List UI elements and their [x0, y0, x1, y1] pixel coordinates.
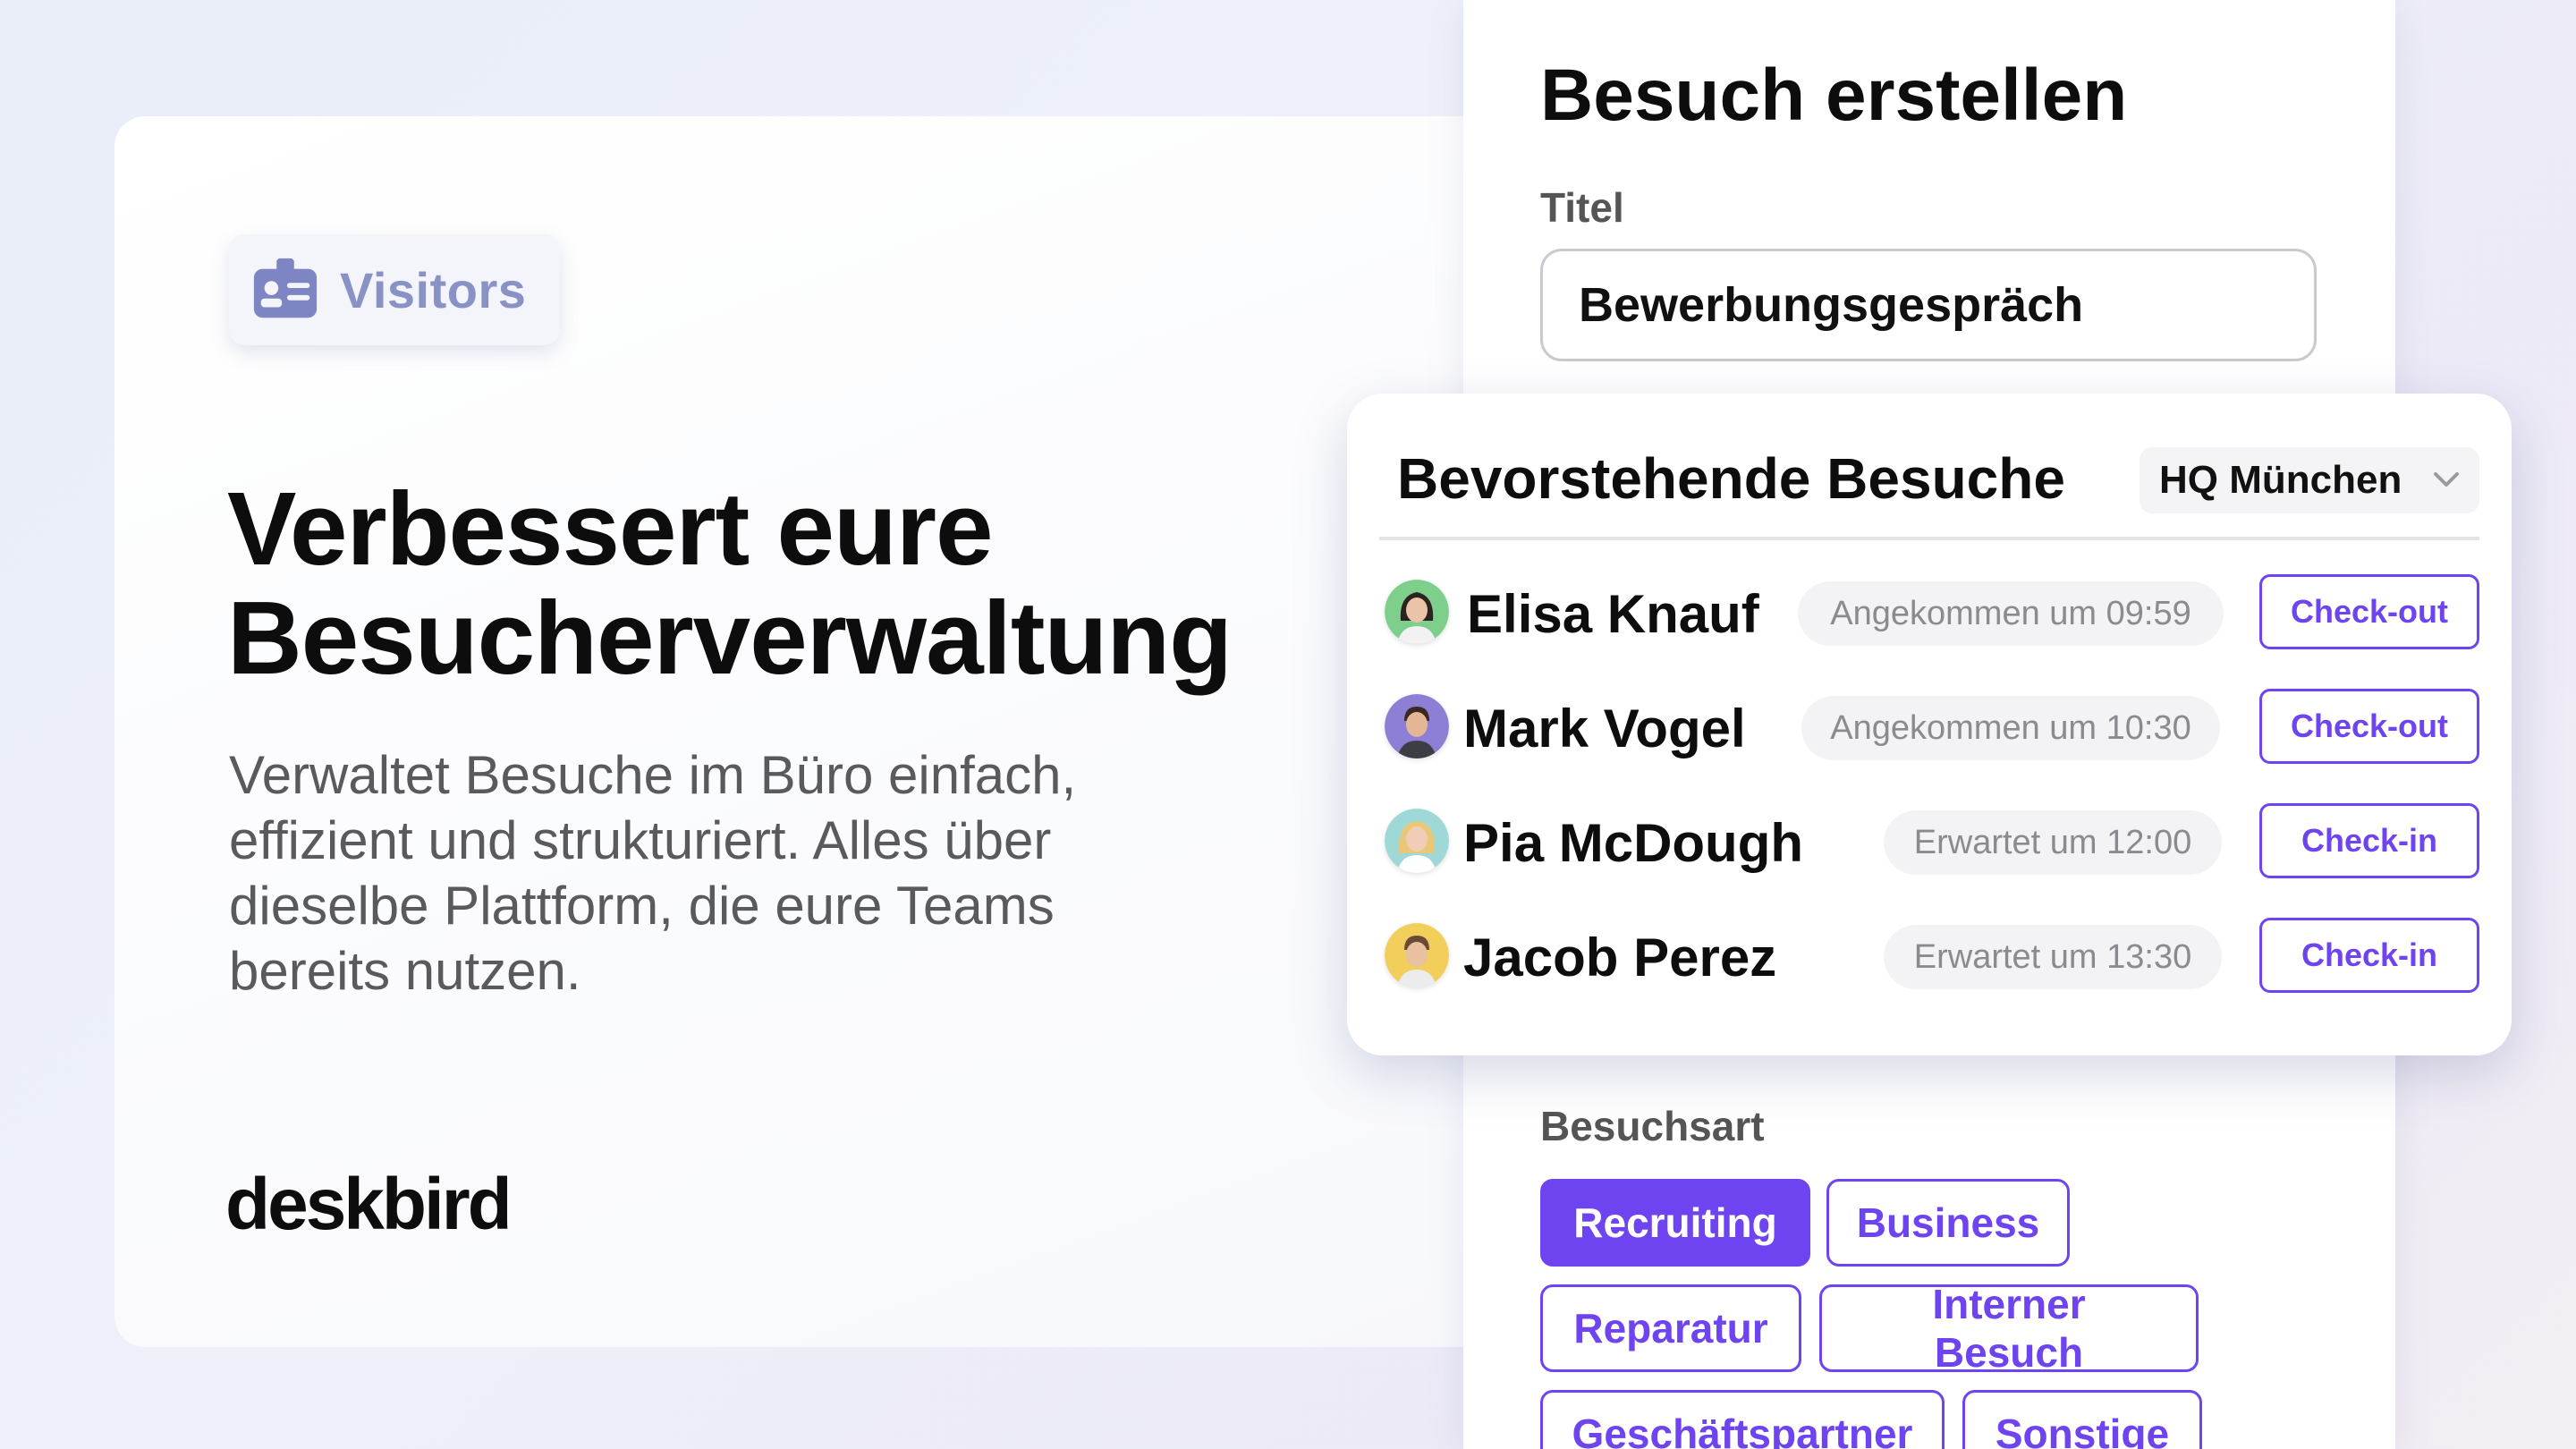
headline-line-2: Besucherverwaltung: [227, 580, 1233, 696]
status-badge: Angekommen um 10:30: [1801, 696, 2220, 760]
form-title: Besuch erstellen: [1540, 55, 2128, 136]
visits-divider: [1379, 537, 2479, 540]
check-out-button[interactable]: Check-out: [2259, 574, 2479, 649]
avatar: [1385, 580, 1449, 644]
location-select[interactable]: HQ München: [2140, 447, 2479, 513]
visit-type-internal-button[interactable]: Interner Besuch: [1819, 1281, 2199, 1376]
status-badge: Angekommen um 09:59: [1798, 581, 2224, 646]
visit-type-other-button[interactable]: Sonstige: [1962, 1390, 2202, 1449]
visit-row: Mark Vogel Angekommen um 10:30 Check-out: [1347, 687, 2512, 767]
subtext-line-1: Verwaltet Besuche im Büro einfach,: [229, 745, 1077, 805]
check-in-button[interactable]: Check-in: [2259, 803, 2479, 878]
visitor-name: Jacob Perez: [1463, 928, 1777, 987]
brand-logo: deskbird: [225, 1164, 513, 1245]
visit-type-partner-button[interactable]: Geschäftspartner: [1540, 1390, 1945, 1449]
check-in-button[interactable]: Check-in: [2259, 918, 2479, 993]
headline-line-1: Verbessert eure: [227, 470, 994, 587]
visit-row: Jacob Perez Erwartet um 13:30 Check-in: [1347, 916, 2512, 996]
chevron-down-icon: [2434, 472, 2459, 487]
page-headline: Verbessert eure Besucherverwaltung: [227, 474, 1301, 692]
visit-type-reparatur-button[interactable]: Reparatur: [1540, 1284, 1801, 1372]
visitors-badge-label: Visitors: [340, 261, 527, 318]
visit-row: Pia McDough Erwartet um 12:00 Check-in: [1347, 801, 2512, 882]
title-input[interactable]: [1540, 249, 2317, 361]
avatar-female-icon: [1385, 809, 1449, 873]
visitor-name: Mark Vogel: [1463, 699, 1746, 758]
location-select-value: HQ München: [2159, 458, 2402, 502]
subtext-line-3: dieselbe Plattform, die eure Teams: [229, 876, 1055, 936]
visit-type-label: Besuchsart: [1540, 1103, 1765, 1149]
avatar-male-icon: [1385, 694, 1449, 758]
title-field-label: Titel: [1540, 184, 1624, 231]
upcoming-visits-card: Bevorstehende Besuche HQ München Elisa K…: [1347, 394, 2512, 1055]
visitors-badge: Visitors: [229, 234, 560, 345]
status-badge: Erwartet um 13:30: [1884, 925, 2222, 989]
visit-type-business-button[interactable]: Business: [1826, 1179, 2070, 1267]
page-subtext: Verwaltet Besuche im Büro einfach, effiz…: [229, 742, 1213, 1004]
avatar: [1385, 809, 1449, 873]
avatar: [1385, 694, 1449, 758]
avatar-male-icon: [1385, 923, 1449, 987]
avatar-female-icon: [1385, 580, 1449, 644]
visit-row: Elisa Knauf Angekommen um 09:59 Check-ou…: [1347, 572, 2512, 653]
visitor-name: Pia McDough: [1463, 813, 1804, 873]
id-badge-icon: [253, 258, 318, 318]
visitor-name: Elisa Knauf: [1467, 584, 1759, 644]
status-badge: Erwartet um 12:00: [1884, 810, 2222, 875]
avatar: [1385, 923, 1449, 987]
subtext-line-4: bereits nutzen.: [229, 941, 581, 1001]
check-out-button[interactable]: Check-out: [2259, 689, 2479, 764]
upcoming-visits-title: Bevorstehende Besuche: [1397, 446, 2065, 511]
visit-type-recruiting-button[interactable]: Recruiting: [1540, 1179, 1810, 1267]
subtext-line-2: effizient und strukturiert. Alles über: [229, 810, 1052, 870]
